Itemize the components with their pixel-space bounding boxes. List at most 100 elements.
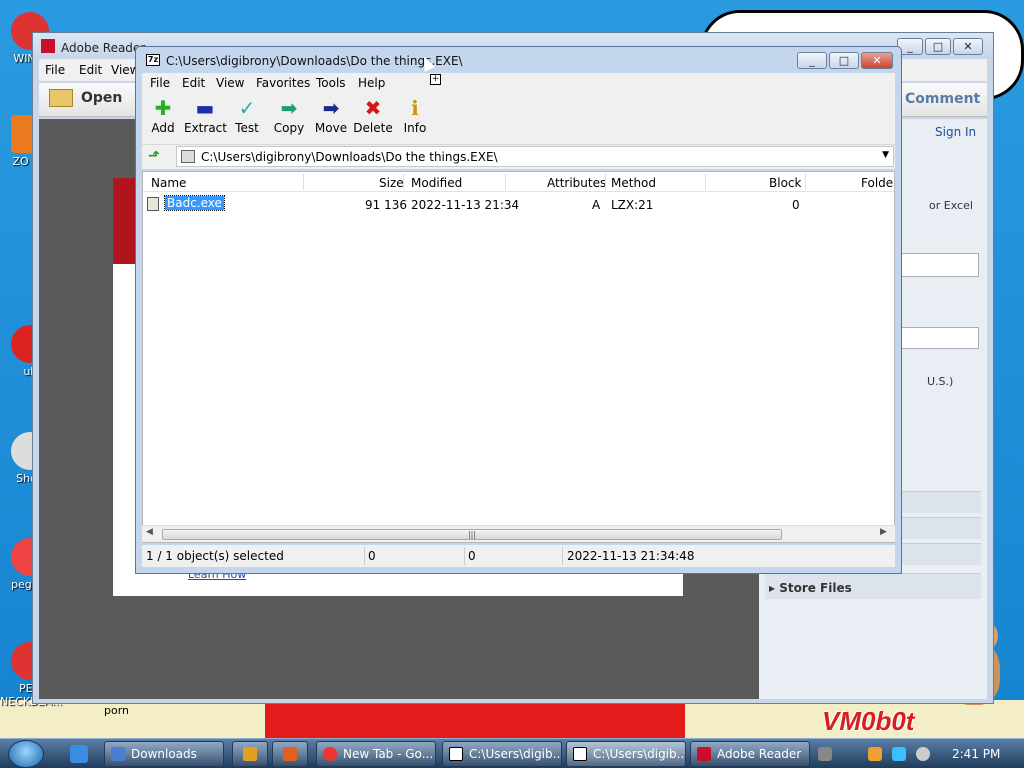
file-block: 0 <box>792 198 800 212</box>
file-name[interactable]: Badc.exe <box>164 195 225 211</box>
menu-edit[interactable]: Edit <box>79 63 102 77</box>
file-size: 91 136 <box>365 198 407 212</box>
menu-file[interactable]: File <box>45 63 65 77</box>
taskbar-item-7zip-1[interactable]: C:\Users\digib... <box>442 741 562 767</box>
file-attributes: A <box>592 198 601 212</box>
delete-x-icon: ✖ <box>364 96 382 120</box>
taskbar-item-chrome[interactable]: New Tab - Go... <box>316 741 436 767</box>
restore-button[interactable]: □ <box>829 52 859 69</box>
exe-file-icon <box>147 197 159 211</box>
taskbar-clock[interactable]: 2:41 PM <box>952 747 1000 761</box>
address-combobox[interactable]: C:\Users\digibrony\Downloads\Do the thin… <box>176 146 894 167</box>
status-modified: 2022-11-13 21:34:48 <box>567 549 695 563</box>
minimize-button[interactable]: _ <box>797 52 827 69</box>
menu-edit[interactable]: Edit <box>182 76 205 90</box>
volume-icon[interactable] <box>916 747 930 761</box>
wallpaper-red-block <box>265 700 685 738</box>
internet-explorer-icon[interactable] <box>70 745 88 763</box>
info-button[interactable]: ℹ Info <box>394 97 436 135</box>
tray-icon[interactable] <box>818 747 832 761</box>
menu-view[interactable]: View <box>216 76 244 90</box>
document-red-banner <box>113 178 137 264</box>
column-size[interactable]: Size <box>379 176 404 190</box>
maximize-button[interactable]: □ <box>925 38 951 55</box>
extract-button[interactable]: ▬ Extract <box>184 96 227 135</box>
move-button[interactable]: ➡ Move <box>310 97 352 135</box>
copy-cursor-plus-icon: + <box>430 74 441 85</box>
status-selected: 1 / 1 object(s) selected <box>146 549 284 563</box>
up-folder-icon[interactable]: ⬏ <box>148 148 166 166</box>
folder-icon <box>49 89 73 107</box>
taskbar-item-7zip-2[interactable]: C:\Users\digib... <box>566 741 686 767</box>
status-packed: 0 <box>468 549 476 563</box>
add-button[interactable]: ✚ Add <box>142 97 184 135</box>
taskbar-item-media[interactable] <box>232 741 268 767</box>
move-arrow-icon: ➡ <box>322 96 340 120</box>
close-button[interactable]: ✕ <box>953 38 983 55</box>
scroll-right-icon[interactable]: ▶ <box>880 527 887 537</box>
test-button[interactable]: ✓ Test <box>226 97 268 135</box>
column-attributes[interactable]: Attributes <box>547 176 606 190</box>
status-size: 0 <box>368 549 376 563</box>
menu-help[interactable]: Help <box>358 76 385 90</box>
horizontal-scrollbar[interactable]: ◀ ||| ▶ <box>142 525 895 542</box>
sevenzip-icon <box>573 747 587 761</box>
taskbar-item-adobe-reader[interactable]: Adobe Reader <box>690 741 810 767</box>
chevron-down-icon[interactable]: ▼ <box>882 150 889 160</box>
column-folder[interactable]: Folder <box>861 176 894 190</box>
sevenzip-title: C:\Users\digibrony\Downloads\Do the thin… <box>166 54 463 68</box>
address-bar: ⬏ C:\Users\digibrony\Downloads\Do the th… <box>142 145 895 169</box>
vmobot-logo: VM0b0t <box>822 706 915 736</box>
open-button[interactable]: Open <box>49 89 122 107</box>
pdf-icon <box>697 747 711 761</box>
table-row[interactable]: Badc.exe 91 136 2022-11-13 21:34 A LZX:2… <box>143 194 894 214</box>
copy-arrow-icon: ➡ <box>280 96 298 120</box>
sevenzip-logo-icon: 7z <box>146 54 160 66</box>
panel-dropdown[interactable] <box>899 327 979 349</box>
comment-tab[interactable]: Comment <box>905 91 980 107</box>
menu-file[interactable]: File <box>150 76 170 90</box>
menu-tools[interactable]: Tools <box>316 76 346 90</box>
taskbar-item-downloads[interactable]: Downloads <box>104 741 224 767</box>
panel-text-excel: or Excel <box>929 199 973 212</box>
column-block[interactable]: Block <box>769 176 801 190</box>
plus-icon: ✚ <box>154 96 172 120</box>
reader-title: Adobe Reader <box>61 41 146 55</box>
desktop-label-porn: porn <box>104 704 130 717</box>
copy-button[interactable]: ➡ Copy <box>268 97 310 135</box>
sevenzip-toolbar: ✚ Add ▬ Extract ✓ Test ➡ Copy ➡ Move ✖ Delete … <box>142 93 895 145</box>
start-button[interactable] <box>8 740 44 768</box>
sevenzip-icon <box>449 747 463 761</box>
column-method[interactable]: Method <box>611 176 656 190</box>
scroll-left-icon[interactable]: ◀ <box>146 527 153 537</box>
taskbar-item-app[interactable] <box>272 741 308 767</box>
file-method: LZX:21 <box>611 198 654 212</box>
column-modified[interactable]: Modified <box>411 176 462 190</box>
menu-favorites[interactable]: Favorites <box>256 76 310 90</box>
search-icon[interactable] <box>868 747 882 761</box>
sevenzip-window[interactable]: 7z C:\Users\digibrony\Downloads\Do the t… <box>135 46 902 574</box>
panel-text-us: U.S.) <box>927 375 954 388</box>
status-bar: 1 / 1 object(s) selected 0 0 2022-11-13 … <box>142 545 895 567</box>
explorer-icon <box>111 747 125 761</box>
minus-icon: ▬ <box>195 96 215 120</box>
address-value: C:\Users\digibrony\Downloads\Do the thin… <box>201 150 498 164</box>
scrollbar-thumb[interactable]: ||| <box>162 529 782 540</box>
file-modified: 2022-11-13 21:34 <box>411 198 520 212</box>
panel-text-input[interactable] <box>899 253 979 277</box>
network-icon[interactable] <box>892 747 906 761</box>
column-headers: Name Size Modified Attributes Method Blo… <box>143 172 894 192</box>
sevenzip-titlebar[interactable]: 7z C:\Users\digibrony\Downloads\Do the t… <box>136 47 901 73</box>
pdf-icon <box>41 39 55 53</box>
close-button[interactable]: ✕ <box>861 52 893 69</box>
column-name[interactable]: Name <box>151 176 186 190</box>
chrome-icon <box>323 747 337 761</box>
file-list[interactable]: Name Size Modified Attributes Method Blo… <box>142 171 895 543</box>
sign-in-link[interactable]: Sign In <box>935 125 976 139</box>
taskbar: Downloads New Tab - Go... C:\Users\digib… <box>0 738 1024 768</box>
sevenzip-menubar: File Edit View Favorites Tools Help <box>142 73 895 93</box>
media-player-icon <box>243 747 257 761</box>
delete-button[interactable]: ✖ Delete <box>352 97 394 135</box>
store-files-label: ▸ Store Files <box>769 581 852 595</box>
archive-icon <box>181 150 195 163</box>
